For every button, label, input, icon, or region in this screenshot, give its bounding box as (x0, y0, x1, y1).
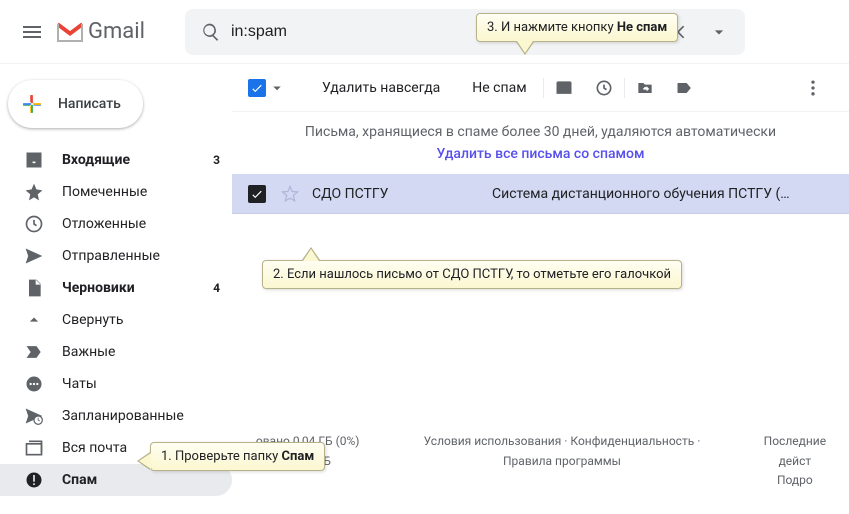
scheduled-icon (24, 406, 44, 426)
gmail-logo-icon (56, 21, 84, 43)
delete-all-spam-link[interactable]: Удалить все письма со спамом (437, 146, 645, 162)
search-options-button[interactable] (699, 12, 739, 52)
chat-icon (24, 374, 44, 394)
compose-button[interactable]: Написать (8, 80, 143, 128)
drafts-icon (24, 278, 44, 298)
not-spam-button[interactable]: Не спам (456, 64, 542, 111)
move-to-button[interactable] (625, 68, 665, 108)
clock-icon (24, 214, 44, 234)
gmail-logo-text: Gmail (88, 19, 145, 44)
sidebar-item-collapse[interactable]: Свернуть (0, 304, 232, 336)
important-icon (24, 342, 44, 362)
sidebar-item-chats[interactable]: Чаты (0, 368, 232, 400)
chevron-up-icon (24, 310, 44, 330)
details-link[interactable]: Подро (777, 473, 813, 487)
sidebar-item-label: Помеченные (62, 184, 147, 200)
search-icon (201, 22, 221, 42)
send-icon (24, 246, 44, 266)
sidebar-item-label: Свернуть (62, 312, 123, 328)
sidebar-item-count: 3 (213, 153, 220, 167)
check-icon (250, 81, 264, 95)
message-subject: Система дистанционного обучения ПСТГУ (… (492, 186, 833, 202)
sidebar-item-label: Отложенные (62, 216, 146, 232)
sidebar-item-starred[interactable]: Помеченные (0, 176, 232, 208)
sidebar-item-label: Спам (62, 472, 97, 488)
sidebar-item-label: Вся почта (62, 440, 127, 456)
inbox-icon (24, 150, 44, 170)
callout-arrow-icon (139, 453, 151, 469)
sidebar-item-drafts[interactable]: Черновики 4 (0, 272, 232, 304)
label-icon (675, 78, 695, 98)
sidebar-item-label: Запланированные (62, 408, 184, 424)
spam-notice: Письма, хранящиеся в спаме более 30 дней… (232, 112, 849, 174)
select-all-checkbox[interactable] (248, 79, 266, 97)
terms-link[interactable]: Условия использования (424, 434, 562, 448)
sidebar-item-label: Отправленные (62, 248, 160, 264)
toolbar: Удалить навсегда Не спам (232, 64, 849, 112)
menu-button[interactable] (8, 8, 56, 56)
snooze-button[interactable] (584, 68, 624, 108)
gmail-logo[interactable]: Gmail (56, 19, 165, 44)
allmail-icon (24, 438, 44, 458)
privacy-link[interactable]: Конфиденциальность (570, 434, 694, 448)
select-all[interactable] (248, 79, 286, 97)
compose-plus-icon (16, 88, 48, 120)
sidebar-item-label: Важные (62, 344, 115, 360)
spam-icon (24, 470, 44, 490)
sidebar-item-label: Входящие (62, 152, 130, 168)
more-vert-icon (803, 78, 823, 98)
callout-arrow-icon (517, 41, 533, 53)
labels-button[interactable] (665, 68, 705, 108)
notice-text: Письма, хранящиеся в спаме более 30 дней… (248, 124, 833, 140)
check-icon (250, 187, 264, 201)
sidebar-item-sent[interactable]: Отправленные (0, 240, 232, 272)
header: Gmail (0, 0, 849, 64)
caret-down-icon (268, 79, 286, 97)
callout-3: 3. И нажмите кнопку Не спам (476, 13, 678, 42)
callout-1: 1. Проверьте папку Спам (150, 442, 325, 471)
sidebar-item-count: 4 (213, 281, 220, 295)
sidebar-item-important[interactable]: Важные (0, 336, 232, 368)
sidebar-item-label: Чаты (62, 376, 97, 392)
callout-arrow-icon (303, 249, 319, 261)
delete-forever-button[interactable]: Удалить навсегда (306, 64, 456, 111)
sidebar-item-snoozed[interactable]: Отложенные (0, 208, 232, 240)
star-icon (24, 182, 44, 202)
mark-unread-button[interactable] (544, 68, 584, 108)
sidebar-item-label: Черновики (62, 280, 135, 296)
star-outline-icon (280, 184, 300, 204)
sidebar-item-scheduled[interactable]: Запланированные (0, 400, 232, 432)
compose-label: Написать (58, 96, 121, 112)
hamburger-icon (20, 20, 44, 44)
caret-down-icon (709, 22, 729, 42)
recent-activity: Последние дейст (757, 432, 833, 470)
more-button[interactable] (793, 68, 833, 108)
mail-icon (554, 78, 574, 98)
folder-arrow-icon (635, 78, 655, 98)
search-button[interactable] (191, 12, 231, 52)
message-checkbox[interactable] (248, 185, 266, 203)
sidebar-item-inbox[interactable]: Входящие 3 (0, 144, 232, 176)
callout-2: 2. Если нашлось письмо от СДО ПСТГУ, то … (262, 260, 682, 289)
clock-icon (594, 78, 614, 98)
message-row[interactable]: СДО ПСТГУ Система дистанционного обучени… (232, 174, 849, 214)
star-button[interactable] (280, 184, 300, 204)
message-sender: СДО ПСТГУ (312, 186, 492, 202)
program-link[interactable]: Правила программы (503, 454, 621, 468)
